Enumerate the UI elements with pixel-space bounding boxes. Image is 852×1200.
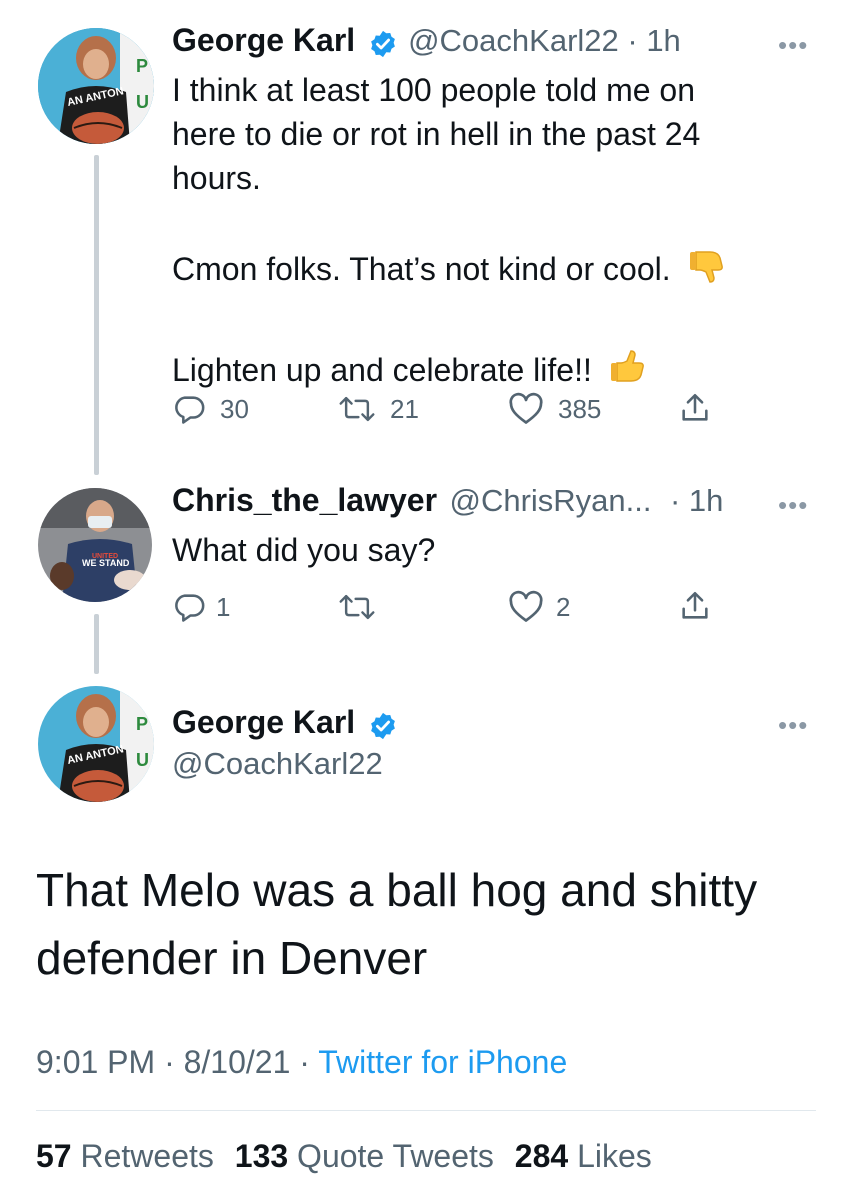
more-options-icon[interactable]: ••• [778,490,808,521]
like-button[interactable]: 2 [508,590,570,624]
tweet-text-line: hours. [172,160,261,196]
svg-text:P: P [136,56,148,76]
author-handle[interactable]: @ChrisRyan... [449,483,651,518]
thumbs-down-emoji-icon [688,246,728,297]
reply-count: 1 [216,591,231,622]
retweet-icon [339,594,375,620]
more-options-icon[interactable]: ••• [778,30,808,61]
heart-icon [509,392,543,424]
avatar-image: P U AN ANTON [38,28,154,144]
quote-tweets-label: Quote Tweets [297,1138,494,1174]
likes-count: 284 [514,1138,569,1174]
more-options-icon[interactable]: ••• [778,710,808,741]
reply-icon [175,594,205,622]
thread-line-1 [94,155,99,475]
quote-tweets-count: 133 [234,1138,289,1174]
like-button[interactable]: 385 [508,392,601,426]
tweet-timestamp: 9:01 PM · 8/10/21 · [36,1044,319,1080]
author-handle[interactable]: @CoachKarl22 [172,746,383,782]
tweet-3-header: George Karl [172,704,398,746]
verified-badge-icon [368,711,398,746]
reply-icon [175,396,205,424]
heart-icon [509,590,543,622]
like-count: 2 [556,591,571,622]
avatar-george-karl[interactable]: P U AN ANTON [38,686,154,802]
retweets-stat[interactable]: 57 Retweets [36,1138,223,1174]
thumbs-up-emoji-icon [609,347,649,398]
tweet-2-header: Chris_the_lawyer @ChrisRyan... · 1h [172,482,723,519]
tweet-text-line: Cmon folks. That’s not kind or cool. [172,250,671,287]
svg-text:P: P [136,714,148,734]
avatar-image: P U AN ANTON [38,686,154,802]
tweet-1-header: George Karl @CoachKarl22 · 1h [172,22,681,64]
likes-label: Likes [577,1138,652,1174]
thread-line-2 [94,614,99,674]
svg-text:WE STAND: WE STAND [82,558,130,568]
quote-tweets-stat[interactable]: 133 Quote Tweets [235,1138,503,1174]
tweet-text-line: here to die or rot in hell in the past 2… [172,116,701,152]
retweet-button[interactable]: 21 [338,392,419,426]
author-handle-time[interactable]: @CoachKarl22 · 1h [408,23,681,58]
share-icon [682,591,708,619]
reply-count: 30 [220,393,249,424]
avatar-image: UNITED WE STAND [38,488,152,602]
divider [36,1110,816,1111]
share-icon [682,393,708,421]
tweet-source-link[interactable]: Twitter for iPhone [318,1044,567,1080]
share-button[interactable] [678,588,712,624]
tweet-3-text: That Melo was a ball hog and shitty defe… [36,856,757,992]
svg-text:U: U [136,750,149,770]
author-name[interactable]: George Karl [172,22,355,58]
tweet-text-line: I think at least 100 people told me on [172,72,696,108]
likes-stat[interactable]: 284 Likes [515,1138,652,1174]
tweet-text-line: defender in Denver [36,932,428,984]
avatar-george-karl[interactable]: P U AN ANTON [38,28,154,144]
share-button[interactable] [678,390,712,426]
svg-text:U: U [136,92,149,112]
retweet-icon [339,396,375,422]
verified-badge-icon [368,29,398,64]
avatar-chris-the-lawyer[interactable]: UNITED WE STAND [38,488,152,602]
like-count: 385 [558,393,602,424]
retweet-button[interactable] [338,590,376,624]
tweet-stats: 57 Retweets 133 Quote Tweets 284 Likes [36,1138,652,1175]
reply-button[interactable]: 30 [172,392,249,426]
retweets-label: Retweets [80,1138,214,1174]
tweet-meta: 9:01 PM · 8/10/21 · Twitter for iPhone [36,1044,567,1081]
tweet-time[interactable]: · 1h [670,483,723,518]
tweet-1-text: I think at least 100 people told me on h… [172,68,812,398]
tweet-text-line: Lighten up and celebrate life!! [172,351,592,388]
tweet-2-text: What did you say? [172,532,436,568]
reply-button[interactable]: 1 [172,590,230,624]
author-name[interactable]: Chris_the_lawyer [172,482,437,518]
tweet-text-line: That Melo was a ball hog and shitty [36,864,758,916]
retweets-count: 57 [36,1138,72,1174]
retweet-count: 21 [390,393,419,424]
author-name[interactable]: George Karl [172,704,355,740]
